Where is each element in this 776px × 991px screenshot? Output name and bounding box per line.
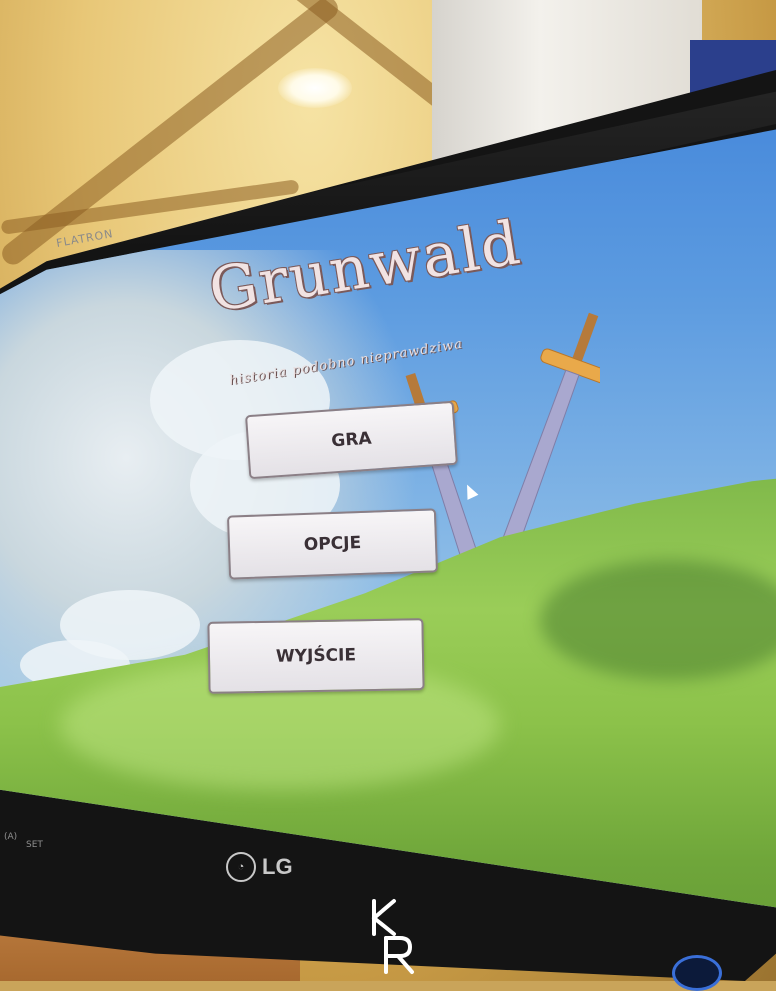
kr-watermark-logo <box>372 899 414 974</box>
options-button[interactable]: OPCJE <box>226 508 439 580</box>
ceiling-light <box>278 68 352 108</box>
lg-logo-icon: ◔ <box>226 852 256 882</box>
power-button[interactable] <box>672 955 722 991</box>
brand-name: LG <box>262 854 293 879</box>
monitor-button-label: (A) <box>4 832 18 842</box>
exit-button[interactable]: WYJŚCIE <box>207 618 425 694</box>
lg-logo: ◔ LG <box>226 852 293 882</box>
monitor-button-label: SET <box>26 840 43 850</box>
